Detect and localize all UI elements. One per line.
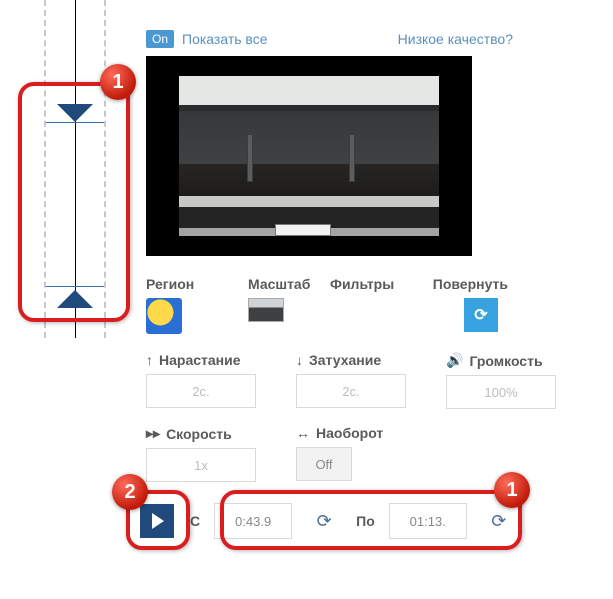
volume-input[interactable]: 100% <box>446 375 556 409</box>
waveform-column[interactable] <box>36 0 114 338</box>
play-icon <box>152 513 164 529</box>
fast-forward-icon: ▸▸ <box>146 425 160 442</box>
rotate-button[interactable]: ⟳ <box>464 298 498 332</box>
volume-icon: 🔊 <box>446 352 463 369</box>
fadeout-input[interactable]: 2с. <box>296 374 406 408</box>
reverse-toggle[interactable]: Off <box>296 447 352 481</box>
scale-button[interactable] <box>248 298 284 322</box>
trim-handle-top-icon[interactable] <box>57 104 93 122</box>
label-region: Регион <box>146 276 242 292</box>
label-scale: Масштаб <box>248 276 324 292</box>
refresh-icon: ⟳ <box>317 511 332 532</box>
video-thumbnail <box>179 76 439 236</box>
region-button[interactable] <box>146 298 182 334</box>
video-preview[interactable] <box>146 56 472 256</box>
label-speed: Скорость <box>166 426 232 442</box>
rotate-icon: ⟳ <box>474 305 487 325</box>
swap-icon: ↔ <box>296 425 310 441</box>
label-from: С <box>190 513 200 529</box>
label-fadein: Нарастание <box>159 352 241 368</box>
speed-input[interactable]: 1x <box>146 448 256 482</box>
time-from-input[interactable]: 0:43.9 <box>214 503 292 539</box>
show-all-link[interactable]: Показать все <box>182 31 267 47</box>
label-filters: Фильтры <box>330 276 426 292</box>
label-to: По <box>356 513 375 529</box>
refresh-icon: ⟳ <box>491 511 506 532</box>
play-button[interactable] <box>138 502 176 540</box>
on-badge[interactable]: On <box>146 30 174 48</box>
arrow-down-icon: ↓ <box>296 352 303 368</box>
trim-handle-bottom-icon[interactable] <box>57 290 93 308</box>
refresh-to-button[interactable]: ⟳ <box>481 503 517 539</box>
label-volume: Громкость <box>469 353 542 369</box>
time-to-input[interactable]: 01:13. <box>389 503 467 539</box>
arrow-up-icon: ↑ <box>146 352 153 368</box>
fadein-input[interactable]: 2с. <box>146 374 256 408</box>
label-rotate: Повернуть <box>432 276 508 292</box>
refresh-from-button[interactable]: ⟳ <box>306 503 342 539</box>
low-quality-link[interactable]: Низкое качество? <box>398 31 513 47</box>
label-fadeout: Затухание <box>309 352 381 368</box>
label-reverse: Наоборот <box>316 425 383 441</box>
